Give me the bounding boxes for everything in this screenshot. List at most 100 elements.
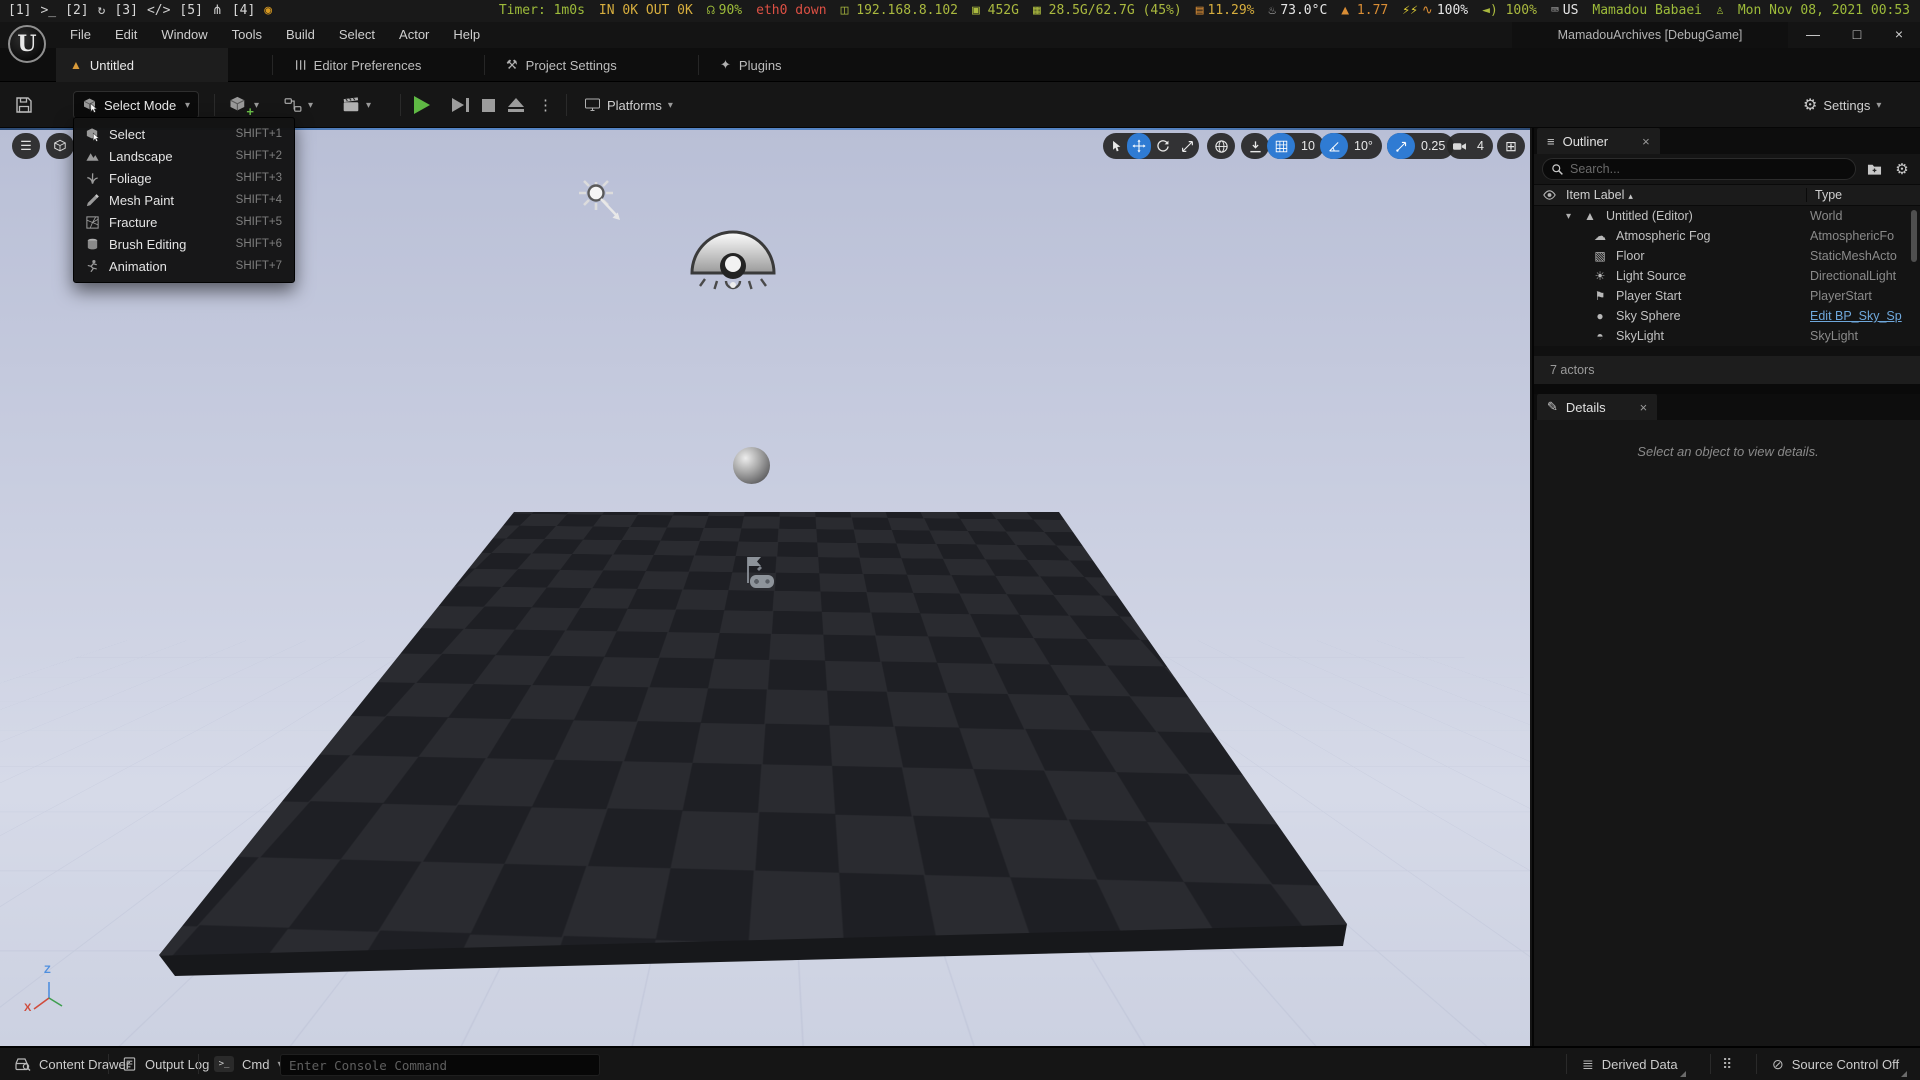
sky-sphere-gizmo[interactable] bbox=[733, 447, 770, 484]
mode-menu-item-brush-editing[interactable]: Brush Editing SHIFT+6 bbox=[74, 233, 294, 255]
new-folder-button[interactable] bbox=[1862, 158, 1886, 180]
outliner-row-floor[interactable]: ▧ Floor StaticMeshActo bbox=[1534, 246, 1920, 266]
unreal-logo[interactable]: U bbox=[8, 25, 46, 63]
add-actor-button[interactable]: + ▾ bbox=[228, 91, 259, 119]
scale-tool-button[interactable] bbox=[1175, 133, 1199, 159]
workspace-2[interactable]: [2] bbox=[65, 0, 88, 22]
move-tool-button[interactable] bbox=[1127, 133, 1151, 159]
code-icon: </> bbox=[147, 0, 170, 22]
timer-status: Timer: 1m0s bbox=[499, 0, 585, 22]
source-control-button[interactable]: ⊘ Source Control Off bbox=[1762, 1048, 1909, 1080]
details-empty-text: Select an object to view details. bbox=[1534, 444, 1920, 459]
menu-select[interactable]: Select bbox=[327, 22, 387, 48]
outliner-row-skylight[interactable]: ◓ SkyLight SkyLight bbox=[1534, 326, 1920, 346]
tab-plugins[interactable]: ✦ Plugins bbox=[706, 48, 796, 82]
edit-blueprint-link[interactable]: Edit BP_Sky_Sp bbox=[1810, 309, 1916, 323]
minimize-button[interactable]: — bbox=[1796, 22, 1830, 48]
eject-button[interactable] bbox=[508, 91, 524, 119]
type-column-header[interactable]: Type bbox=[1806, 188, 1920, 202]
derived-data-button[interactable]: ≣ Derived Data bbox=[1572, 1048, 1688, 1080]
row-label: Light Source bbox=[1616, 269, 1686, 283]
viewport-layout-button[interactable]: ⊞ bbox=[1497, 133, 1525, 159]
outliner-row-player-start[interactable]: ⚑ Player Start PlayerStart bbox=[1534, 286, 1920, 306]
save-button[interactable] bbox=[14, 91, 34, 119]
blueprints-button[interactable]: ▾ bbox=[284, 91, 313, 119]
outliner-row-light-source[interactable]: ☀ Light Source DirectionalLight bbox=[1534, 266, 1920, 286]
close-icon[interactable]: × bbox=[1640, 400, 1648, 415]
stop-button[interactable] bbox=[482, 91, 495, 119]
search-field[interactable] bbox=[1542, 158, 1856, 180]
outliner-row-untitled[interactable]: ▾ ▲ Untitled (Editor) World bbox=[1534, 206, 1920, 226]
platforms-dropdown[interactable]: Platforms ▾ bbox=[584, 91, 673, 119]
camera-speed-control[interactable]: 4 bbox=[1447, 133, 1493, 159]
select-mode-dropdown[interactable]: Select Mode ▾ bbox=[73, 91, 199, 119]
select-mode-label: Select Mode bbox=[104, 98, 179, 113]
settings-dropdown[interactable]: ⚙ Settings ▾ bbox=[1803, 91, 1881, 119]
menu-item-label: Animation bbox=[109, 259, 236, 274]
toolbar-separator bbox=[566, 94, 567, 116]
item-label-column-header[interactable]: Item Label▴ bbox=[1564, 188, 1806, 202]
ram-status: ▦ 28.5G/62.7G (45%) bbox=[1033, 0, 1182, 22]
branch-icon: ⋔ bbox=[212, 0, 223, 22]
skip-button[interactable] bbox=[452, 91, 469, 119]
menu-actor[interactable]: Actor bbox=[387, 22, 441, 48]
panel-divider[interactable] bbox=[1534, 384, 1920, 394]
maximize-button[interactable]: □ bbox=[1840, 22, 1874, 48]
close-button[interactable]: × bbox=[1882, 22, 1916, 48]
statusbar-separator bbox=[1756, 1054, 1757, 1074]
viewport-perspective-button[interactable] bbox=[46, 133, 74, 159]
tab-details[interactable]: ✎ Details × bbox=[1537, 394, 1657, 420]
outliner-row-atmospheric-fog[interactable]: ☁ Atmospheric Fog AtmosphericFo bbox=[1534, 226, 1920, 246]
outliner-scrollbar[interactable] bbox=[1911, 210, 1917, 262]
search-input[interactable] bbox=[1570, 162, 1847, 176]
workspace-3[interactable]: [3] bbox=[114, 0, 137, 22]
coordinate-system-button[interactable] bbox=[1207, 133, 1235, 159]
directional-light-gizmo[interactable] bbox=[568, 176, 644, 236]
mode-menu-item-mesh-paint[interactable]: Mesh Paint SHIFT+4 bbox=[74, 189, 294, 211]
menu-file[interactable]: File bbox=[58, 22, 103, 48]
workspace-4[interactable]: [4] bbox=[232, 0, 255, 22]
visibility-column-header[interactable] bbox=[1534, 188, 1564, 202]
rotation-snap-control[interactable]: 10° bbox=[1320, 133, 1382, 159]
menu-tools[interactable]: Tools bbox=[220, 22, 274, 48]
player-start-gizmo[interactable] bbox=[735, 553, 781, 595]
surface-snapping-button[interactable] bbox=[1241, 133, 1269, 159]
plug-icon: ✦ bbox=[720, 57, 731, 73]
menu-build[interactable]: Build bbox=[274, 22, 327, 48]
mode-menu-item-landscape[interactable]: Landscape SHIFT+2 bbox=[74, 145, 294, 167]
skylight-dome-gizmo[interactable] bbox=[683, 224, 783, 300]
close-icon[interactable]: × bbox=[1642, 134, 1650, 149]
outliner-row-list: ▾ ▲ Untitled (Editor) World ☁ Atmospheri… bbox=[1534, 206, 1920, 346]
insights-button[interactable]: ⠿ bbox=[1716, 1048, 1738, 1080]
scale-snap-control[interactable]: 0.25 bbox=[1387, 133, 1454, 159]
rotate-tool-button[interactable] bbox=[1151, 133, 1175, 159]
menu-window[interactable]: Window bbox=[149, 22, 219, 48]
play-options-kebab[interactable]: ⋮ bbox=[538, 91, 553, 119]
workspace-1[interactable]: [1] bbox=[8, 0, 31, 22]
viewport-options-button[interactable]: ☰ bbox=[12, 133, 40, 159]
menu-item-label: Brush Editing bbox=[109, 237, 236, 252]
chevron-down-icon: ▾ bbox=[308, 100, 313, 111]
mode-menu-item-foliage[interactable]: Foliage SHIFT+3 bbox=[74, 167, 294, 189]
tab-outliner[interactable]: ≡ Outliner × bbox=[1537, 128, 1660, 154]
tab-editor-preferences[interactable]: ☰ Editor Preferences bbox=[280, 48, 435, 82]
move-icon bbox=[1132, 139, 1146, 153]
mode-menu-item-select[interactable]: Select SHIFT+1 bbox=[74, 123, 294, 145]
mode-menu-item-animation[interactable]: Animation SHIFT+7 bbox=[74, 255, 294, 277]
menu-help[interactable]: Help bbox=[441, 22, 492, 48]
cinematics-button[interactable]: ▾ bbox=[342, 91, 371, 119]
tab-project-settings[interactable]: ⚒ Project Settings bbox=[492, 48, 631, 82]
select-tool-button[interactable] bbox=[1103, 133, 1127, 159]
expander-icon[interactable]: ▾ bbox=[1566, 211, 1571, 222]
outliner-row-sky-sphere[interactable]: ● Sky Sphere Edit BP_Sky_Sp bbox=[1534, 306, 1920, 326]
menu-edit[interactable]: Edit bbox=[103, 22, 149, 48]
grid-snap-control[interactable]: 10 bbox=[1267, 133, 1324, 159]
outliner-settings-button[interactable]: ⚙ bbox=[1890, 158, 1914, 180]
play-button[interactable] bbox=[414, 91, 430, 119]
menu-item-label: Select bbox=[109, 127, 236, 142]
tab-untitled-level[interactable]: ▲ Untitled bbox=[56, 48, 228, 82]
console-command-input[interactable] bbox=[280, 1054, 600, 1076]
workspace-5[interactable]: [5] bbox=[179, 0, 202, 22]
mode-menu-item-fracture[interactable]: Fracture SHIFT+5 bbox=[74, 211, 294, 233]
details-tab-row: ✎ Details × bbox=[1534, 394, 1920, 420]
